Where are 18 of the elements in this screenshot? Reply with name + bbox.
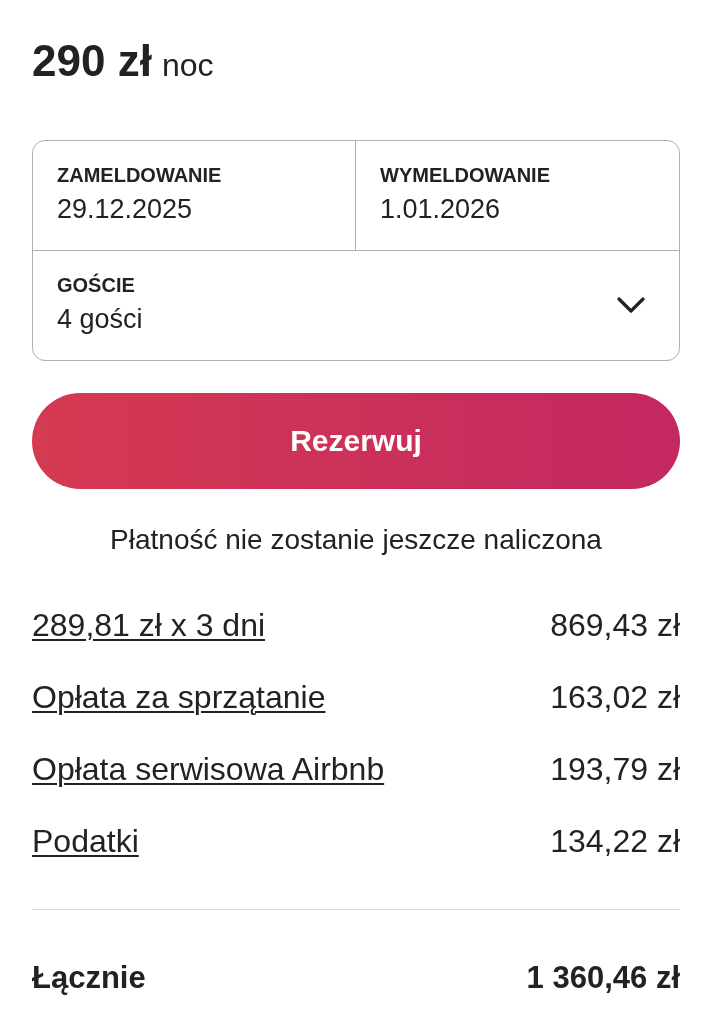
payment-note: Płatność nie zostanie jeszcze naliczona — [109, 523, 603, 557]
price-unit: noc — [161, 46, 214, 85]
fee-link[interactable]: Podatki — [32, 821, 139, 861]
nightly-price: 290 zł — [32, 35, 152, 87]
fee-link[interactable]: Opłata za sprzątanie — [32, 677, 326, 717]
fee-amount: 193,79 zł — [550, 750, 680, 789]
guests-dropdown[interactable]: GOŚCIE 4 gości — [33, 251, 679, 360]
fee-link[interactable]: 289,81 zł x 3 dni — [32, 605, 266, 645]
fee-amount: 869,43 zł — [550, 606, 680, 645]
total-amount: 1 360,46 zł — [526, 959, 680, 997]
fee-link[interactable]: Opłata serwisowa Airbnb — [32, 749, 385, 789]
total-label: Łącznie — [32, 959, 146, 997]
reserve-button[interactable]: Rezerwuj — [32, 393, 680, 489]
check-out-field[interactable]: WYMELDOWANIE 1.01.2026 — [356, 141, 679, 251]
chevron-down-icon — [617, 297, 645, 313]
fee-amount: 163,02 zł — [550, 678, 680, 717]
fee-amount: 134,22 zł — [550, 822, 680, 861]
check-in-field[interactable]: ZAMELDOWANIE 29.12.2025 — [33, 141, 356, 251]
